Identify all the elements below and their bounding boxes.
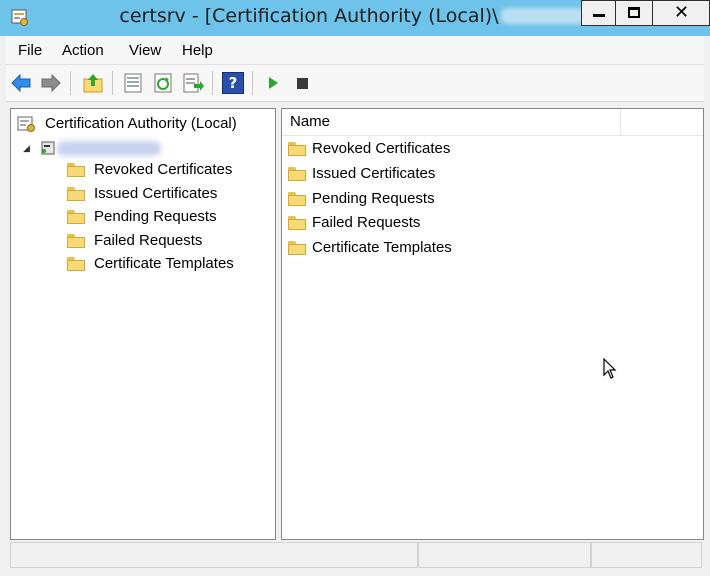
status-cell xyxy=(418,542,591,568)
tree-server-node[interactable]: ◢ xyxy=(23,137,173,159)
tree-root-label: Certification Authority (Local) xyxy=(45,115,237,132)
toolbar-separator xyxy=(112,71,113,95)
menu-view[interactable]: View xyxy=(129,42,161,59)
ca-server-icon xyxy=(41,141,55,155)
list-item-label: Certificate Templates xyxy=(312,239,452,256)
stop-service-icon[interactable] xyxy=(292,72,314,94)
back-arrow-icon[interactable] xyxy=(10,72,32,94)
folder-icon xyxy=(67,187,85,201)
tree-item-label: Failed Requests xyxy=(94,232,203,249)
toolbar-separator xyxy=(252,71,253,95)
results-pane[interactable]: Name Revoked Certificates Issued Certifi… xyxy=(281,108,704,540)
tree-item-label: Issued Certificates xyxy=(94,185,218,202)
toolbar: ? xyxy=(6,65,704,102)
folder-icon xyxy=(67,257,85,271)
column-header-name[interactable]: Name xyxy=(282,109,621,135)
list-item-label: Issued Certificates xyxy=(312,165,436,182)
menu-action[interactable]: Action xyxy=(62,42,104,59)
window-title-text: certsrv - [Certification Authority (Loca… xyxy=(119,5,499,27)
title-bar[interactable]: certsrv - [Certification Authority (Loca… xyxy=(0,0,710,36)
expand-toggle-icon[interactable]: ◢ xyxy=(23,137,30,159)
status-cell xyxy=(10,542,418,568)
console-tree-pane[interactable]: Certification Authority (Local) ◢ Revoke… xyxy=(10,108,276,540)
export-list-icon[interactable] xyxy=(182,72,204,94)
folder-icon xyxy=(288,167,306,181)
menu-help[interactable]: Help xyxy=(182,42,213,59)
refresh-icon[interactable] xyxy=(152,72,174,94)
minimize-button[interactable] xyxy=(581,0,615,26)
redacted-server-name xyxy=(57,141,161,156)
tree-item-label: Revoked Certificates xyxy=(94,161,233,178)
forward-arrow-icon[interactable] xyxy=(40,72,62,94)
list-header: Name xyxy=(282,109,703,136)
menu-bar: File Action View Help xyxy=(6,36,704,65)
mouse-cursor-icon xyxy=(603,358,617,379)
toolbar-separator xyxy=(212,71,213,95)
folder-icon xyxy=(288,241,306,255)
redacted-server-name xyxy=(500,8,591,24)
tree-item-label: Pending Requests xyxy=(94,208,217,225)
minimize-icon xyxy=(593,14,605,17)
close-button[interactable]: ✕ xyxy=(653,0,710,26)
start-service-icon[interactable] xyxy=(262,72,284,94)
help-icon[interactable]: ? xyxy=(222,72,244,94)
mmc-window: certsrv - [Certification Authority (Loca… xyxy=(0,0,710,576)
list-item-label: Failed Requests xyxy=(312,214,421,231)
maximize-icon xyxy=(628,7,640,18)
folder-icon xyxy=(67,210,85,224)
menu-file[interactable]: File xyxy=(18,42,42,59)
maximize-button[interactable] xyxy=(615,0,653,26)
folder-icon xyxy=(67,163,85,177)
up-folder-icon[interactable] xyxy=(82,72,104,94)
close-icon: ✕ xyxy=(674,2,690,23)
folder-icon xyxy=(288,192,306,206)
list-item-label: Revoked Certificates xyxy=(312,140,451,157)
tree-item-label: Certificate Templates xyxy=(94,255,234,272)
folder-icon xyxy=(288,142,306,156)
toolbar-separator xyxy=(70,71,71,95)
status-cell xyxy=(591,542,702,568)
folder-icon xyxy=(288,216,306,230)
show-hide-console-tree-icon[interactable] xyxy=(122,72,144,94)
column-header-label: Name xyxy=(290,113,331,130)
certification-authority-icon xyxy=(17,116,35,132)
status-bar xyxy=(6,542,704,570)
folder-icon xyxy=(67,234,85,248)
list-item-label: Pending Requests xyxy=(312,190,435,207)
